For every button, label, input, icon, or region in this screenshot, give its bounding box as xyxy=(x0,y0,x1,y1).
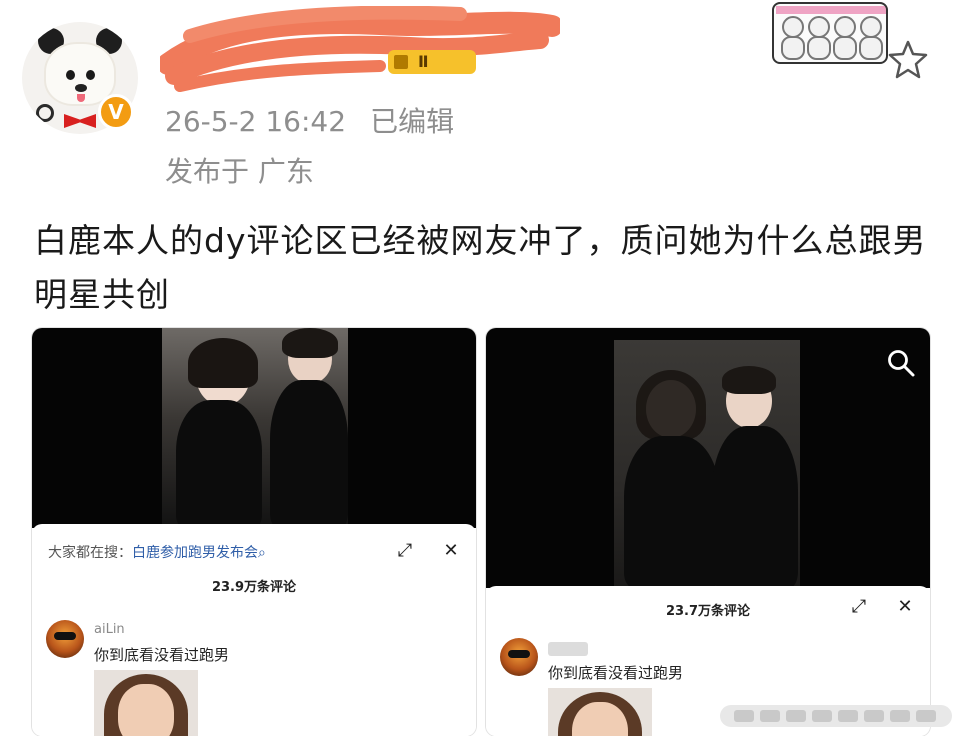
bear-head-4 xyxy=(860,16,882,38)
bear-body-3 xyxy=(833,36,857,60)
person-body-man xyxy=(270,380,348,528)
comment-image[interactable] xyxy=(548,688,652,736)
avatar-eye-right xyxy=(86,70,95,80)
close-icon[interactable]: ✕ xyxy=(894,596,916,618)
screenshot-left[interactable]: 大家都在搜：白鹿参加跑男发布会⌕ ⤢ ✕ 23.9万条评论 aiLin 你到底看… xyxy=(32,328,476,736)
search-small-icon: ⌕ xyxy=(258,545,266,561)
star-outline-icon[interactable] xyxy=(886,38,930,82)
comments-sheet-left: 大家都在搜：白鹿参加跑男发布会⌕ ⤢ ✕ 23.9万条评论 aiLin 你到底看… xyxy=(32,524,476,736)
bear-head-3 xyxy=(834,16,856,38)
blurred-watermark xyxy=(720,705,952,727)
level-badge: Ⅱ xyxy=(388,50,476,74)
commenter-name[interactable]: aiLin xyxy=(94,622,125,637)
video-frame-left[interactable] xyxy=(32,328,476,528)
video-frame-right[interactable] xyxy=(486,328,930,588)
avatar-eye-left xyxy=(66,70,75,80)
trending-search-line[interactable]: 大家都在搜：白鹿参加跑男发布会⌕ xyxy=(48,542,266,562)
magnifier-icon[interactable] xyxy=(886,348,916,378)
post-timestamp: 26-5-2 16:42 xyxy=(165,105,347,138)
redacted-username-scribble xyxy=(160,6,560,92)
person-hair-woman xyxy=(636,370,706,440)
bear-head-1 xyxy=(782,16,804,38)
expand-icon[interactable]: ⤢ xyxy=(394,540,416,562)
avatar-magnifier-icon xyxy=(36,104,54,122)
comment-image[interactable] xyxy=(94,670,198,736)
commenter-name-redacted[interactable] xyxy=(548,642,588,656)
photo-face xyxy=(118,684,174,736)
level-badge-text: Ⅱ xyxy=(418,52,429,71)
edited-label[interactable]: 已编辑 xyxy=(370,105,454,138)
bears-decoration-card[interactable] xyxy=(772,2,888,64)
person-hair-woman xyxy=(188,338,258,388)
avatar-tongue xyxy=(77,94,85,102)
person-hair-man xyxy=(282,328,338,358)
close-icon[interactable]: ✕ xyxy=(440,540,462,562)
person-body-woman xyxy=(176,400,262,528)
bear-head-2 xyxy=(808,16,830,38)
trending-prefix: 大家都在搜： xyxy=(48,545,132,561)
trending-keyword[interactable]: 白鹿参加跑男发布会 xyxy=(132,545,258,561)
bear-body-1 xyxy=(781,36,805,60)
bear-body-2 xyxy=(807,36,831,60)
screenshot-right[interactable]: 23.7万条评论 ⤢ ✕ 你到底看没看过跑男 xyxy=(486,328,930,736)
bear-body-4 xyxy=(859,36,883,60)
verified-badge-icon: V xyxy=(98,94,134,130)
avatar-nose xyxy=(75,84,87,92)
avatar-bow xyxy=(64,114,96,128)
person-hair-man xyxy=(722,366,776,394)
video-still-left xyxy=(162,328,348,528)
comment-count-left: 23.9万条评论 xyxy=(211,580,297,595)
post-location: 发布于 广东 xyxy=(165,155,314,188)
video-still-right xyxy=(614,340,800,588)
comment-text: 你到底看没看过跑男 xyxy=(548,664,684,682)
person-body-woman xyxy=(624,436,720,588)
expand-icon[interactable]: ⤢ xyxy=(848,596,870,618)
comment-text: 你到底看没看过跑男 xyxy=(94,646,230,664)
person-body-man xyxy=(712,426,798,588)
post-body-text: 白鹿本人的dy评论区已经被网友冲了，质问她为什么总跟男明星共创 xyxy=(34,221,927,314)
card-stripe xyxy=(776,6,886,14)
post-meta-time: 26-5-2 16:42 已编辑 xyxy=(165,100,454,140)
commenter-avatar[interactable] xyxy=(46,620,84,658)
commenter-avatar[interactable] xyxy=(500,638,538,676)
